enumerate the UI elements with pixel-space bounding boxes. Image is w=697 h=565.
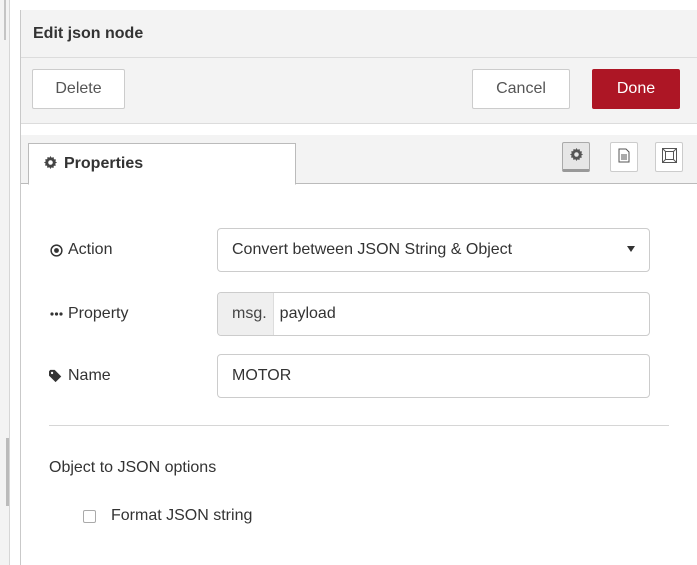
gear-icon	[569, 148, 583, 164]
property-label: Property	[49, 305, 189, 323]
properties-form: Action Convert between JSON String & Obj…	[21, 185, 697, 565]
chevron-down-icon	[627, 246, 635, 252]
section-divider	[49, 425, 669, 426]
tab-properties-label: Properties	[64, 155, 144, 172]
radio-dot-icon	[49, 243, 63, 257]
tab-button-description[interactable]	[610, 142, 638, 172]
name-row: Name MOTOR	[49, 353, 667, 399]
format-json-label: Format JSON string	[111, 507, 253, 524]
resize-grip[interactable]	[6, 438, 9, 506]
msg-type-selector[interactable]: msg.	[218, 293, 274, 335]
workspace-edge	[0, 0, 10, 565]
action-select[interactable]: Convert between JSON String & Object	[217, 228, 650, 272]
cancel-button[interactable]: Cancel	[472, 69, 570, 109]
tray-header: Edit json node	[21, 10, 697, 58]
name-input[interactable]: MOTOR	[217, 354, 650, 398]
property-label-text: Property	[68, 305, 129, 322]
action-label: Action	[49, 241, 189, 259]
format-json-checkbox[interactable]	[83, 509, 96, 523]
ellipsis-icon	[49, 312, 63, 316]
gear-icon	[44, 156, 57, 172]
tab-button-appearance[interactable]	[655, 142, 683, 172]
edge-tick	[4, 0, 6, 40]
done-button[interactable]: Done	[592, 69, 680, 109]
property-row: Property msg. payload	[49, 291, 667, 337]
frame-icon	[661, 148, 677, 166]
options-section-label: Object to JSON options	[49, 459, 217, 476]
name-label-text: Name	[68, 367, 111, 384]
action-label-text: Action	[68, 241, 113, 258]
tray-title: Edit json node	[33, 24, 144, 42]
tab-button-settings[interactable]	[562, 142, 590, 172]
action-select-value: Convert between JSON String & Object	[232, 241, 513, 258]
name-label: Name	[49, 367, 189, 385]
document-icon	[618, 148, 630, 166]
format-json-row: Format JSON string	[83, 507, 252, 525]
edit-tray: Edit json node Delete Cancel Done Proper…	[20, 10, 697, 565]
tab-properties[interactable]: Properties	[28, 143, 296, 185]
action-row: Action Convert between JSON String & Obj…	[49, 227, 667, 273]
tabs-bar: Properties	[21, 135, 697, 185]
delete-button[interactable]: Delete	[32, 69, 125, 109]
tray-toolbar: Delete Cancel Done	[21, 58, 697, 124]
property-input[interactable]: payload	[274, 293, 336, 335]
property-typed-input[interactable]: msg. payload	[217, 292, 650, 336]
tag-icon	[49, 369, 63, 383]
